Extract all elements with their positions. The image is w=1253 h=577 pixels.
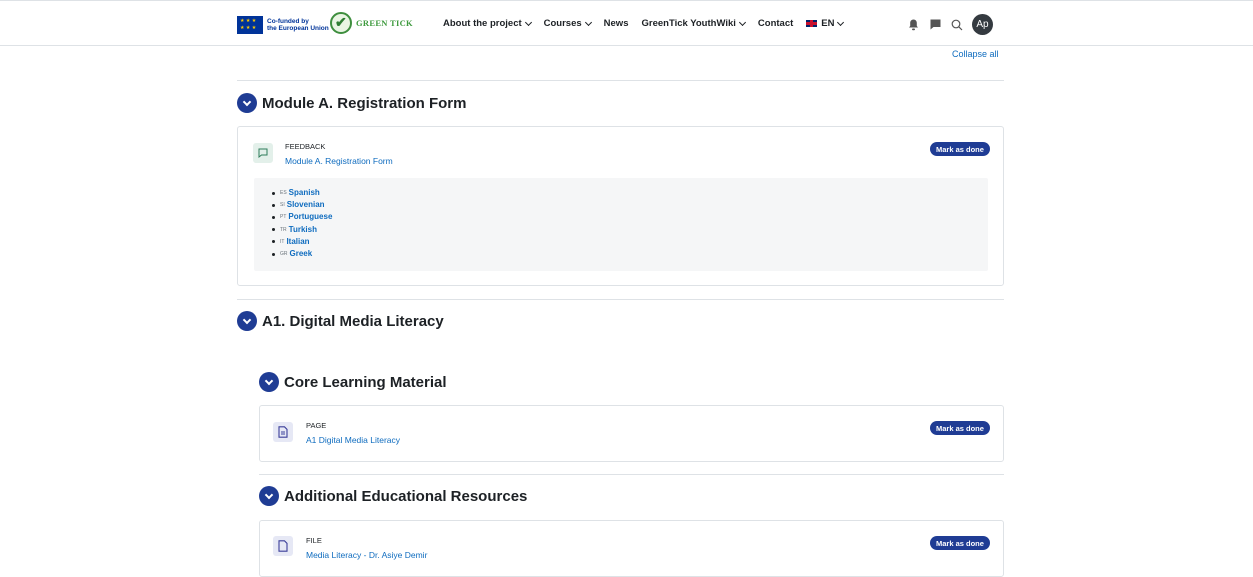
collapse-toggle-icon[interactable] <box>237 93 257 113</box>
section-divider <box>259 474 1004 475</box>
nav-youthwiki-label: GreenTick YouthWiki <box>641 18 736 29</box>
list-item: TR Turkish <box>272 224 332 236</box>
section-title: Module A. Registration Form <box>262 94 467 112</box>
activity-type-label: PAGE <box>306 421 327 430</box>
language-link-spanish[interactable]: Spanish <box>289 187 320 199</box>
chevron-down-icon <box>584 18 592 26</box>
top-navbar: Co-funded by the European Union GREEN TI… <box>0 0 1253 46</box>
language-code: TR <box>280 226 287 233</box>
nav-contact[interactable]: Contact <box>758 18 793 29</box>
nav-news-label: News <box>603 18 629 29</box>
subsection-additional-header: Additional Educational Resources <box>259 486 527 506</box>
subsection-core-header: Core Learning Material <box>259 372 447 392</box>
main-menu: About the project Courses News GreenTick… <box>443 18 856 29</box>
subsection-title: Additional Educational Resources <box>284 487 528 505</box>
nav-contact-label: Contact <box>757 18 794 29</box>
activity-link-registration[interactable]: Module A. Registration Form <box>285 156 393 166</box>
nav-youthwiki[interactable]: GreenTick YouthWiki <box>641 18 746 29</box>
chevron-down-icon <box>837 18 845 26</box>
language-code: ES <box>280 190 287 196</box>
list-item: GR Greek <box>272 248 332 260</box>
activity-type-label: FILE <box>306 536 322 545</box>
file-icon <box>273 536 293 556</box>
language-label: EN <box>821 18 835 29</box>
section-title: A1. Digital Media Literacy <box>262 312 444 330</box>
collapse-all-link[interactable]: Collapse all <box>952 49 999 59</box>
eu-text-line2: the European Union <box>267 25 329 32</box>
list-item: SI Slovenian <box>272 199 332 211</box>
collapse-toggle-icon[interactable] <box>259 486 279 506</box>
section-divider <box>237 80 1004 81</box>
greentick-mark-icon <box>330 12 352 34</box>
language-link-slovenian[interactable]: Slovenian <box>287 199 325 211</box>
language-selector[interactable]: EN <box>806 18 845 29</box>
activity-type-label: FEEDBACK <box>285 142 326 151</box>
mark-as-done-button[interactable]: Mark as done <box>930 421 990 435</box>
list-item: PT Portuguese <box>272 211 332 223</box>
eu-flag-icon <box>237 16 263 34</box>
language-link-italian[interactable]: Italian <box>286 236 309 248</box>
language-link-turkish[interactable]: Turkish <box>289 224 317 236</box>
language-code: IT <box>280 238 285 245</box>
feedback-icon <box>253 143 273 163</box>
section-divider <box>237 299 1004 300</box>
mark-as-done-button[interactable]: Mark as done <box>930 142 990 156</box>
greentick-logo[interactable]: GREEN TICK <box>330 12 413 34</box>
section-module-a-header: Module A. Registration Form <box>237 93 466 113</box>
list-item: IT Italian <box>272 236 332 248</box>
translation-links-box: ES Spanish SI Slovenian PT Portuguese TR Tur… <box>254 178 988 271</box>
language-code: PT <box>280 214 287 221</box>
nav-about-project[interactable]: About the project <box>443 18 532 29</box>
activity-card-page <box>259 405 1004 462</box>
mark-as-done-button[interactable]: Mark as done <box>930 536 990 550</box>
user-avatar[interactable]: Ap <box>972 14 993 35</box>
nav-about-label: About the project <box>443 18 522 29</box>
language-link-greek[interactable]: Greek <box>290 248 313 260</box>
language-code: SI <box>280 202 285 209</box>
language-list: ES Spanish SI Slovenian PT Portuguese TR Tur… <box>272 187 332 260</box>
search-icon[interactable] <box>950 18 964 32</box>
nav-courses-label: Courses <box>543 18 582 29</box>
activity-card-file <box>259 520 1004 577</box>
eu-text-line1: Co-funded by <box>267 18 309 25</box>
language-link-portuguese[interactable]: Portuguese <box>288 211 332 223</box>
brand-name: GREEN TICK <box>356 18 413 28</box>
user-actions: Ap <box>906 14 993 35</box>
bell-icon[interactable] <box>906 18 920 32</box>
chevron-down-icon <box>738 18 746 26</box>
subsection-title: Core Learning Material <box>284 373 447 391</box>
chat-icon[interactable] <box>928 18 942 32</box>
nav-courses[interactable]: Courses <box>543 18 592 29</box>
language-code: GR <box>280 251 288 258</box>
page-icon <box>273 422 293 442</box>
activity-link-media-literacy-file[interactable]: Media Literacy - Dr. Asiye Demir <box>306 550 427 560</box>
chevron-down-icon <box>524 18 532 26</box>
nav-news[interactable]: News <box>604 18 629 29</box>
section-a1-header: A1. Digital Media Literacy <box>237 311 444 331</box>
uk-flag-icon <box>806 20 818 27</box>
list-item: ES Spanish <box>272 187 332 199</box>
activity-link-a1-page[interactable]: A1 Digital Media Literacy <box>306 435 400 445</box>
collapse-toggle-icon[interactable] <box>259 372 279 392</box>
collapse-toggle-icon[interactable] <box>237 311 257 331</box>
